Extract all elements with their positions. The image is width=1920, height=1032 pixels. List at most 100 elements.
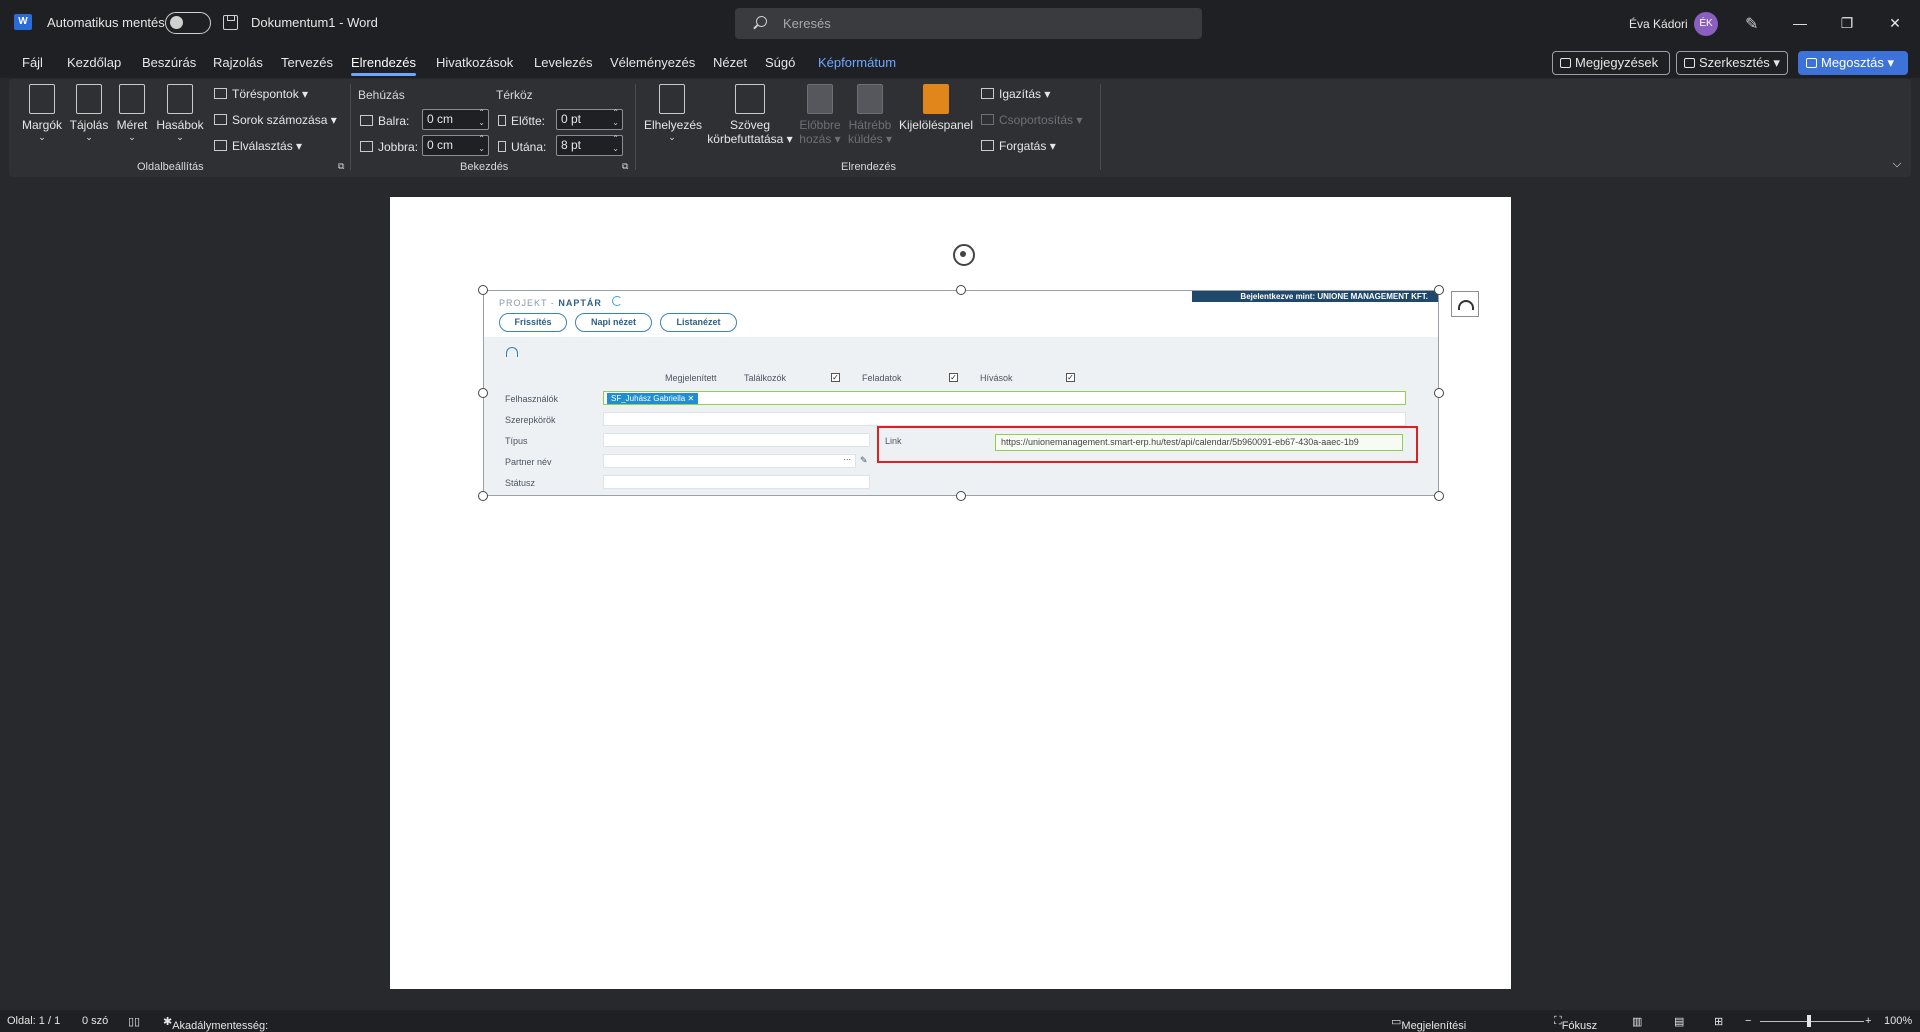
page-setup-launcher-icon[interactable]: ⧉: [338, 161, 344, 172]
pen-icon[interactable]: ✎: [1745, 14, 1759, 33]
inserted-picture[interactable]: PROJEKT - NAPTÁR Bejelentkezve mint: UNI…: [483, 290, 1439, 496]
tab-review[interactable]: Véleményezés: [610, 55, 695, 70]
save-icon[interactable]: [223, 15, 238, 30]
share-button[interactable]: Megosztás ▾: [1798, 51, 1908, 75]
spacing-after-icon: [498, 141, 506, 152]
comment-icon: [1560, 58, 1571, 68]
send-backward-label-2: küldés: [847, 132, 883, 146]
document-title: Dokumentum1 - Word: [251, 15, 378, 30]
columns-button[interactable]: Hasábok ⌄: [155, 84, 205, 143]
tab-home[interactable]: Kezdőlap: [67, 55, 121, 70]
margins-button[interactable]: Margók ⌄: [20, 84, 64, 143]
erp-users-field: SF_Juhász Gabriella ✕: [603, 391, 1406, 405]
erp-calls-label: Hívások: [980, 373, 1013, 383]
erp-daily-view-button: Napi nézet: [575, 313, 652, 332]
tab-help[interactable]: Súgó: [765, 55, 795, 70]
paragraph-launcher-icon[interactable]: ⧉: [622, 161, 628, 172]
orientation-button[interactable]: Tájolás ⌄: [67, 84, 111, 143]
rotate-icon: [981, 140, 994, 151]
word-count[interactable]: 0 szó: [82, 1015, 108, 1027]
size-button[interactable]: Méret ⌄: [112, 84, 152, 143]
erp-type-field: [603, 433, 870, 447]
wrap-text-button[interactable]: Szöveg körbefuttatása ▾: [704, 84, 796, 146]
position-button[interactable]: Elhelyezés ⌄: [644, 84, 702, 143]
zoom-slider[interactable]: [1760, 1021, 1864, 1022]
refresh-icon: [612, 296, 622, 306]
tab-picture-format[interactable]: Képformátum: [818, 55, 896, 70]
bring-forward-button[interactable]: Előbbre hozás ▾: [796, 84, 844, 146]
group-button[interactable]: Csoportosítás ▾: [981, 113, 1082, 127]
erp-tasks-checkbox: ✓: [949, 373, 958, 382]
close-button[interactable]: ✕: [1872, 10, 1918, 36]
zoom-out-icon[interactable]: −: [1745, 1015, 1751, 1027]
resize-handle-top-left[interactable]: [478, 285, 488, 295]
focus-button[interactable]: ⛶ Fókusz: [1554, 1015, 1597, 1032]
indent-right-input[interactable]: 0 cm: [422, 134, 489, 156]
spacing-after-input[interactable]: 8 pt: [556, 134, 623, 156]
resize-handle-bottom-left[interactable]: [478, 491, 488, 501]
resize-handle-top-right[interactable]: [1434, 285, 1444, 295]
send-backward-label-1: Hátrébb: [848, 118, 892, 132]
hyphenation-button[interactable]: Elválasztás ▾: [214, 139, 302, 153]
send-backward-button[interactable]: Hátrébb küldés ▾: [846, 84, 894, 146]
minimize-button[interactable]: —: [1777, 10, 1823, 36]
document-page[interactable]: PROJEKT - NAPTÁR Bejelentkezve mint: UNI…: [390, 197, 1511, 989]
spacing-before-label: Előtte:: [498, 114, 545, 128]
margins-label: Margók: [21, 118, 62, 132]
line-numbers-button[interactable]: Sorok számozása ▾: [214, 113, 337, 127]
tab-mailings[interactable]: Levelezés: [534, 55, 593, 70]
bring-forward-label-1: Előbbre: [799, 118, 841, 132]
tab-references[interactable]: Hivatkozások: [436, 55, 513, 70]
resize-handle-bottom-right[interactable]: [1434, 491, 1444, 501]
orientation-icon: [76, 84, 102, 114]
zoom-slider-thumb[interactable]: [1807, 1015, 1811, 1027]
avatar[interactable]: ÉK: [1694, 12, 1718, 36]
page-count[interactable]: Oldal: 1 / 1: [7, 1015, 60, 1027]
hyphenation-label: Elválasztás: [232, 139, 293, 153]
display-settings-button[interactable]: ▭ Megjelenítési beállítások: [1391, 1015, 1466, 1032]
zoom-in-icon[interactable]: +: [1865, 1015, 1871, 1027]
selection-pane-button[interactable]: Kijelöléspanel: [897, 84, 975, 132]
hyphenation-icon: [214, 140, 227, 151]
erp-link-field: https://unionemanagement.smart-erp.hu/te…: [995, 434, 1403, 451]
erp-type-label: Típus: [505, 436, 528, 446]
tab-layout[interactable]: Elrendezés: [351, 55, 417, 76]
restore-button[interactable]: ❐: [1824, 10, 1870, 36]
resize-handle-top[interactable]: [956, 285, 966, 295]
zoom-level[interactable]: 100%: [1884, 1015, 1912, 1027]
erp-edit-icon: ✎: [860, 455, 868, 465]
selection-pane-icon: [923, 84, 949, 114]
resize-handle-left[interactable]: [478, 388, 488, 398]
tab-draw[interactable]: Rajzolás: [213, 55, 263, 70]
align-icon: [981, 88, 994, 99]
tab-view[interactable]: Nézet: [713, 55, 747, 70]
tab-insert[interactable]: Beszúrás: [142, 55, 196, 70]
spacing-before-input[interactable]: 0 pt: [556, 108, 623, 130]
align-button[interactable]: Igazítás ▾: [981, 87, 1050, 101]
erp-shown-label: Megjelenített: [665, 373, 717, 383]
tab-design[interactable]: Tervezés: [281, 55, 333, 70]
rotate-handle-icon[interactable]: [953, 244, 975, 266]
comments-button[interactable]: Megjegyzések: [1552, 51, 1670, 75]
proofing-icon[interactable]: ▯▯: [128, 1015, 140, 1028]
layout-options-icon[interactable]: [1451, 291, 1479, 317]
indent-title: Behúzás: [358, 88, 405, 102]
read-mode-icon[interactable]: ▥: [1632, 1015, 1642, 1028]
autosave-toggle[interactable]: [165, 12, 211, 34]
erp-meetings-label: Találkozók: [744, 373, 787, 383]
rotate-button[interactable]: Forgatás ▾: [981, 139, 1056, 153]
indent-left-input[interactable]: 0 cm: [422, 108, 489, 130]
print-layout-icon[interactable]: ▤: [1674, 1015, 1684, 1028]
web-layout-icon[interactable]: ⊞: [1714, 1015, 1723, 1028]
accessibility-status[interactable]: ✱ Akadálymentesség: módosítás javasolt: [163, 1015, 268, 1032]
breaks-button[interactable]: Töréspontok ▾: [214, 87, 308, 101]
status-bar: Oldal: 1 / 1 0 szó ▯▯ ✱ Akadálymentesség…: [0, 1010, 1920, 1032]
editing-button[interactable]: Szerkesztés ▾: [1676, 51, 1788, 75]
tab-file[interactable]: Fájl: [22, 55, 43, 70]
user-name[interactable]: Éva Kádori: [1629, 17, 1688, 31]
ribbon-separator: [350, 84, 351, 170]
resize-handle-bottom[interactable]: [956, 491, 966, 501]
position-icon: [659, 84, 685, 114]
search-placeholder: Keresés: [783, 16, 831, 31]
resize-handle-right[interactable]: [1434, 388, 1444, 398]
